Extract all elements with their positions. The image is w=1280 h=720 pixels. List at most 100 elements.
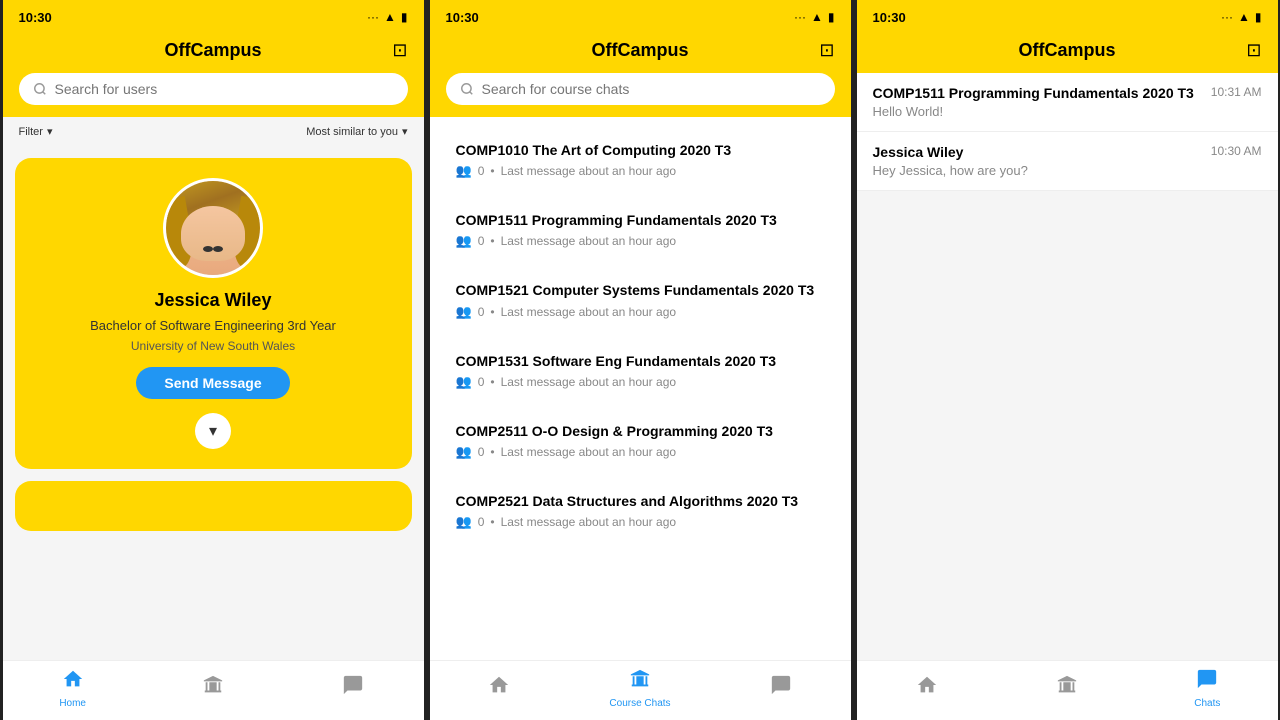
signal-dots-icon-3: ··· bbox=[1221, 10, 1233, 24]
course-chat-card-0[interactable]: COMP1010 The Art of Computing 2020 T3 👥 … bbox=[442, 129, 839, 191]
member-count-2: 0 bbox=[478, 305, 485, 319]
status-icons-1: ··· ▲ ▮ bbox=[367, 10, 408, 24]
bottom-nav-2: Course Chats bbox=[430, 660, 851, 720]
nav-item-chats-2[interactable] bbox=[751, 674, 811, 704]
phone-2: 10:30 ··· ▲ ▮ OffCampus ⊡ COMP1010 The bbox=[427, 0, 854, 720]
course-chat-card-5[interactable]: COMP2521 Data Structures and Algorithms … bbox=[442, 480, 839, 542]
profile-name: Jessica Wiley bbox=[155, 290, 272, 311]
chat-time-1: 10:30 AM bbox=[1211, 144, 1262, 158]
course-chat-card-1[interactable]: COMP1511 Programming Fundamentals 2020 T… bbox=[442, 199, 839, 261]
course-name-3: COMP1531 Software Eng Fundamentals 2020 … bbox=[456, 352, 825, 370]
nav-item-home-2[interactable] bbox=[469, 674, 529, 704]
course-meta-1: 👥 0 • Last message about an hour ago bbox=[456, 233, 825, 249]
home-icon-1 bbox=[62, 668, 84, 696]
avatar-eye-left bbox=[203, 246, 213, 252]
dot-sep-3: • bbox=[490, 375, 494, 389]
course-name-5: COMP2521 Data Structures and Algorithms … bbox=[456, 492, 825, 510]
bottom-nav-3: Chats bbox=[857, 660, 1278, 720]
search-input-wrap-1[interactable] bbox=[19, 73, 408, 105]
profile-degree: Bachelor of Software Engineering 3rd Yea… bbox=[90, 317, 336, 335]
status-time-1: 10:30 bbox=[19, 10, 52, 25]
last-message-5: Last message about an hour ago bbox=[501, 515, 676, 529]
nav-item-courses-2[interactable]: Course Chats bbox=[609, 668, 670, 709]
phone-3: 10:30 ··· ▲ ▮ OffCampus ⊡ COMP1511 Progr… bbox=[854, 0, 1280, 720]
wifi-icon-3: ▲ bbox=[1238, 10, 1250, 24]
last-message-3: Last message about an hour ago bbox=[501, 375, 676, 389]
battery-icon: ▮ bbox=[401, 10, 408, 24]
logout-icon-3[interactable]: ⊡ bbox=[1246, 40, 1261, 61]
chat-row-1[interactable]: Jessica Wiley 10:30 AM Hey Jessica, how … bbox=[857, 132, 1278, 191]
course-chat-card-4[interactable]: COMP2511 O-O Design & Programming 2020 T… bbox=[442, 410, 839, 472]
course-name-2: COMP1521 Computer Systems Fundamentals 2… bbox=[456, 281, 825, 299]
filter-button[interactable]: Filter ▾ bbox=[19, 125, 53, 138]
sort-button[interactable]: Most similar to you ▾ bbox=[306, 125, 407, 138]
bottom-nav-1: Home bbox=[3, 660, 424, 720]
search-bar-2 bbox=[430, 73, 851, 117]
chats-icon-1 bbox=[342, 674, 364, 702]
expand-profile-button[interactable] bbox=[195, 413, 231, 449]
course-meta-0: 👥 0 • Last message about an hour ago bbox=[456, 163, 825, 179]
chat-row-0[interactable]: COMP1511 Programming Fundamentals 2020 T… bbox=[857, 73, 1278, 132]
nav-item-courses-3[interactable] bbox=[1037, 674, 1097, 704]
chat-name-1: Jessica Wiley bbox=[873, 144, 964, 160]
sort-label: Most similar to you bbox=[306, 126, 398, 138]
send-message-button[interactable]: Send Message bbox=[136, 367, 289, 399]
logout-icon-1[interactable]: ⊡ bbox=[392, 40, 407, 61]
app-title-2: OffCampus bbox=[591, 40, 688, 61]
battery-icon-2: ▮ bbox=[828, 10, 835, 24]
nav-item-chats-3[interactable]: Chats bbox=[1177, 668, 1237, 709]
member-count-5: 0 bbox=[478, 515, 485, 529]
member-count-0: 0 bbox=[478, 164, 485, 178]
header-1: OffCampus ⊡ bbox=[3, 32, 424, 73]
people-icon-2: 👥 bbox=[456, 304, 472, 320]
avatar-eyes bbox=[203, 246, 223, 252]
search-input-1[interactable] bbox=[55, 81, 394, 97]
chat-header-0: COMP1511 Programming Fundamentals 2020 T… bbox=[873, 85, 1262, 101]
course-meta-4: 👥 0 • Last message about an hour ago bbox=[456, 444, 825, 460]
search-input-2[interactable] bbox=[482, 81, 821, 97]
sort-chevron-icon: ▾ bbox=[402, 125, 408, 138]
last-message-0: Last message about an hour ago bbox=[501, 164, 676, 178]
filter-row: Filter ▾ Most similar to you ▾ bbox=[3, 117, 424, 146]
people-icon-4: 👥 bbox=[456, 444, 472, 460]
people-icon-0: 👥 bbox=[456, 163, 472, 179]
nav-item-courses-1[interactable] bbox=[183, 674, 243, 704]
nav-item-home-3[interactable] bbox=[897, 674, 957, 704]
filter-label: Filter bbox=[19, 126, 43, 138]
course-chat-list: COMP1010 The Art of Computing 2020 T3 👥 … bbox=[430, 117, 851, 660]
avatar-face-skin bbox=[181, 206, 245, 261]
courses-icon-1 bbox=[202, 674, 224, 702]
status-icons-2: ··· ▲ ▮ bbox=[794, 10, 835, 24]
status-bar-2: 10:30 ··· ▲ ▮ bbox=[430, 0, 851, 32]
courses-icon-3 bbox=[1056, 674, 1078, 702]
status-time-2: 10:30 bbox=[446, 10, 479, 25]
course-name-0: COMP1010 The Art of Computing 2020 T3 bbox=[456, 141, 825, 159]
profile-card-partial bbox=[15, 481, 412, 531]
nav-label-home-1: Home bbox=[59, 698, 86, 709]
chat-preview-1: Hey Jessica, how are you? bbox=[873, 163, 1262, 178]
status-time-3: 10:30 bbox=[873, 10, 906, 25]
signal-dots-icon-2: ··· bbox=[794, 10, 806, 24]
course-chat-card-3[interactable]: COMP1531 Software Eng Fundamentals 2020 … bbox=[442, 340, 839, 402]
avatar bbox=[163, 178, 263, 278]
header-3: OffCampus ⊡ bbox=[857, 32, 1278, 73]
dot-sep-0: • bbox=[490, 164, 494, 178]
nav-item-chats-1[interactable] bbox=[323, 674, 383, 704]
wifi-icon-2: ▲ bbox=[811, 10, 823, 24]
logout-icon-2[interactable]: ⊡ bbox=[819, 40, 834, 61]
profile-university: University of New South Wales bbox=[131, 339, 295, 353]
home-icon-3 bbox=[916, 674, 938, 702]
avatar-eye-right bbox=[213, 246, 223, 252]
app-title-3: OffCampus bbox=[1018, 40, 1115, 61]
signal-dots-icon: ··· bbox=[367, 10, 379, 24]
courses-icon-2 bbox=[629, 668, 651, 696]
dot-sep-5: • bbox=[490, 515, 494, 529]
chats-icon-2 bbox=[770, 674, 792, 702]
search-input-wrap-2[interactable] bbox=[446, 73, 835, 105]
course-chat-card-2[interactable]: COMP1521 Computer Systems Fundamentals 2… bbox=[442, 269, 839, 331]
status-bar-3: 10:30 ··· ▲ ▮ bbox=[857, 0, 1278, 32]
last-message-4: Last message about an hour ago bbox=[501, 445, 676, 459]
profile-card-jessica: Jessica Wiley Bachelor of Software Engin… bbox=[15, 158, 412, 469]
nav-item-home-1[interactable]: Home bbox=[43, 668, 103, 709]
dot-sep-4: • bbox=[490, 445, 494, 459]
